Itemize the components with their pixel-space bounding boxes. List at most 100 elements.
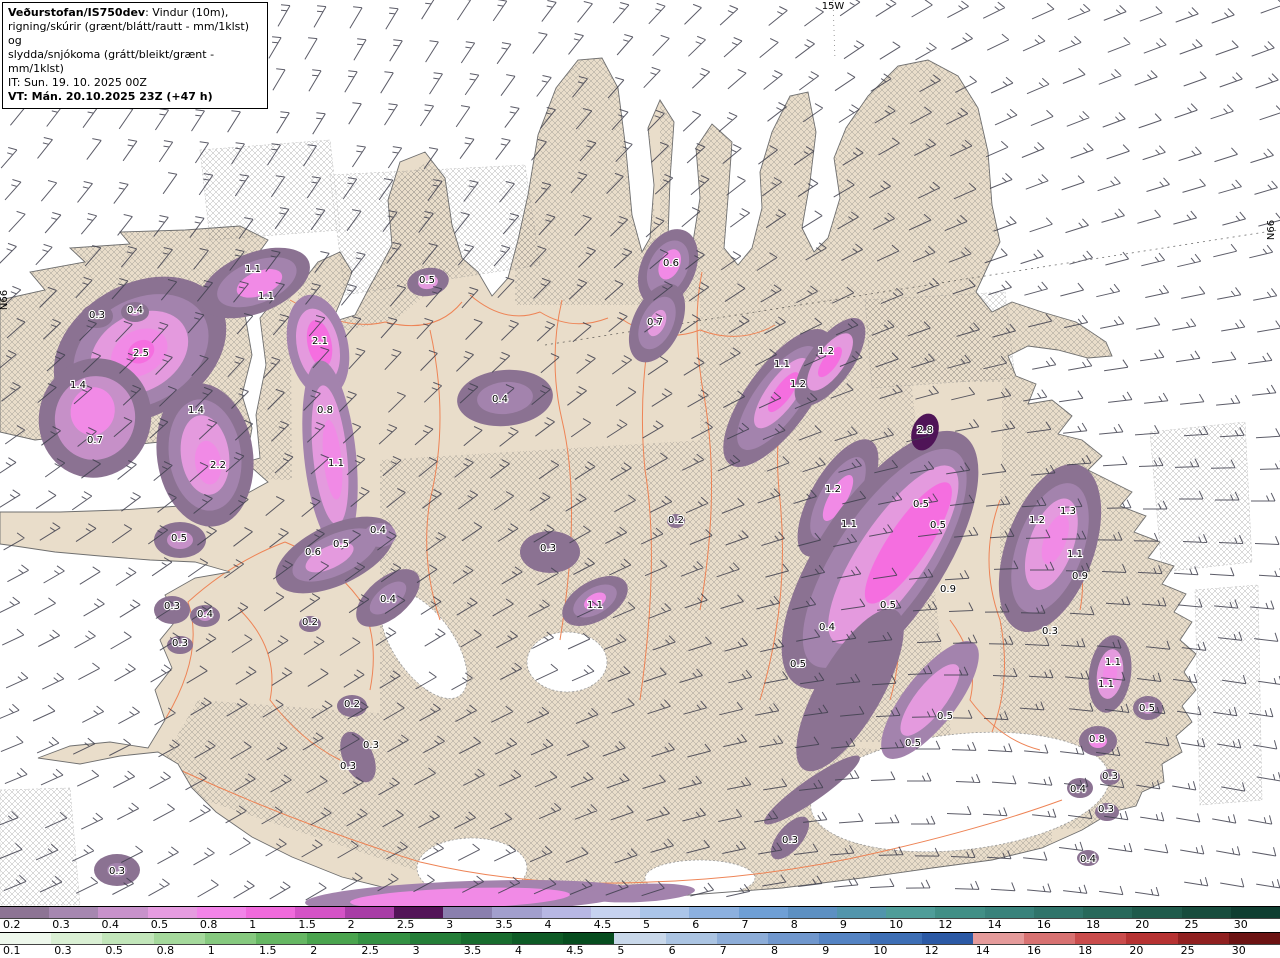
colorbar-segment [147,907,197,918]
colorbar-tick-label: 25 [1184,918,1199,931]
colorbar-segment [307,933,359,944]
colorbar-tick-label: 1.5 [298,918,316,931]
colorbar-tick-label: 0.5 [105,944,123,957]
colorbar-tick-label: 14 [987,918,1002,931]
precip-value-label: 1.4 [70,380,86,391]
colorbar-panel: 0.2 0.3 0.4 0.5 0.8 1 1.5 2 2.5 3 3.5 4 4.5 5 6 7 8 9 10 12… [0,906,1280,958]
precip-value-label: 0.8 [317,405,333,416]
colorbar-segment [492,907,542,918]
colorbar-segment [563,933,615,944]
precip-value-label: 0.5 [880,600,896,611]
precip-value-label: 1.1 [774,359,790,370]
colorbar-segment [886,907,936,918]
colorbar-segment [196,907,247,918]
colorbar-segment [836,907,887,918]
colorbar-segment [49,907,99,918]
colorbar-segment [738,907,788,918]
colorbar-tick-label: 0.8 [199,918,218,931]
colorbar-tick-label: 9 [839,918,847,931]
precip-value-label: 0.9 [1072,571,1088,582]
colorbar-tick-label: 4.5 [566,944,584,957]
colorbar-tick-label: 2 [310,944,318,957]
colorbar-segment [590,907,641,918]
colorbar-segment [768,933,820,944]
precip-value-label: 0.5 [905,738,921,749]
colorbar-tick-label: 7 [719,944,727,957]
precip-value-label: 0.5 [419,275,435,286]
colorbar-tick-label: 0.3 [52,918,70,931]
colorbar-tick-label: 1 [249,918,257,931]
title-line-1: Veðurstofan/IS750dev: Vindur (10m), [8,6,262,20]
precip-value-label: 0.9 [940,584,956,595]
precip-value-label: 0.5 [913,499,929,510]
colorbar-segment [1075,933,1127,944]
precip-value-label: 0.5 [171,533,187,544]
weather-map-frame: 0.3 0.4 1.1 1.1 2.5 1.4 1.4 2.1 0.7 2.2 0.8 1.1 0.5 0… [0,0,1280,958]
colorbar-tick-label: 8 [790,918,798,931]
colorbar-segment [98,907,148,918]
precip-value-label: 1.3 [1060,506,1076,517]
colorbar-tick-label: 8 [771,944,778,957]
colorbar-segment [1228,933,1280,944]
colorbar-tick-label: 18 [1078,944,1093,957]
colorbar-tick-label: 18 [1086,918,1101,931]
colorbar-tick-label: 10 [889,918,904,931]
colorbar-tick-label: 4 [544,918,552,931]
parallel-label-left: N66 [0,290,10,310]
precip-value-label: 1.1 [1098,679,1114,690]
colorbar-segment [640,907,690,918]
colorbar-segment [0,933,52,944]
precip-value-label: 0.3 [1102,771,1118,782]
title-line-2: rigning/skúrir (grænt/blátt/rautt - mm/1… [8,20,250,48]
colorbar-tick-label: 4.5 [593,918,612,931]
colorbar-segment [935,907,985,918]
colorbar-tick-label: 4 [515,944,522,957]
colorbar-tick-label: 0.4 [101,918,119,931]
colorbar-segment [972,933,1025,944]
colorbar-segment [0,907,50,918]
colorbar-tick-label: 0.1 [3,944,21,957]
colorbar-tick-label: 2.5 [361,944,379,957]
precip-value-label: 0.2 [344,699,360,710]
colorbar-segment [512,933,564,944]
colorbar-tick-label: 1.5 [259,944,277,957]
precip-value-label: 0.5 [930,520,946,531]
colorbar-tick-label: 30 [1231,944,1246,957]
init-time: IT: Sun. 19. 10. 2025 00Z [8,76,147,90]
colorbar-segment [460,933,513,944]
colorbar-tick-label: 30 [1233,918,1248,931]
colorbar-segment [358,933,410,944]
precip-value-label: 0.3 [340,761,356,772]
colorbar-tick-label: 3.5 [463,944,482,957]
precip-value-label: 0.2 [302,617,318,628]
product-name: Veðurstofan/IS750dev [8,6,146,19]
colorbar-segment [51,933,103,944]
colorbar-tick-label: 0.2 [3,918,21,931]
colorbar-tick-label: 14 [975,944,990,957]
colorbar-segment [409,933,461,944]
precip-value-label: 2.8 [917,425,933,436]
colorbar-segment [393,907,444,918]
colorbar-tick-label: 0.3 [54,944,72,957]
colorbar-segment [1230,907,1280,918]
title-line-3: slydda/snjókoma (grátt/bleikt/grænt - mm… [8,48,215,76]
valid-time: VT: Mán. 20.10.2025 23Z (+47 h) [8,90,213,104]
colorbar-tick-label: 20 [1129,944,1144,957]
colorbar-tick-label: 16 [1027,944,1041,957]
colorbar-segment [204,933,257,944]
colorbar-segment [102,933,154,944]
colorbar-tick-label: 5 [617,944,625,957]
colorbar-segment [1024,933,1076,944]
colorbar-segment [716,933,769,944]
colorbar-tick-label: 3.5 [495,918,513,931]
precip-value-label: 1.1 [587,600,603,611]
colorbar-tick-label: 9 [822,944,830,957]
colorbar-segment [1132,907,1182,918]
colorbar-segment [1181,907,1231,918]
precip-value-label: 1.2 [818,346,834,357]
colorbar-segment [689,907,739,918]
colorbar-segment [246,907,296,918]
colorbar-tick-label: 12 [924,944,939,957]
glacier [526,631,608,693]
colorbar-tick-label: 25 [1180,944,1195,957]
